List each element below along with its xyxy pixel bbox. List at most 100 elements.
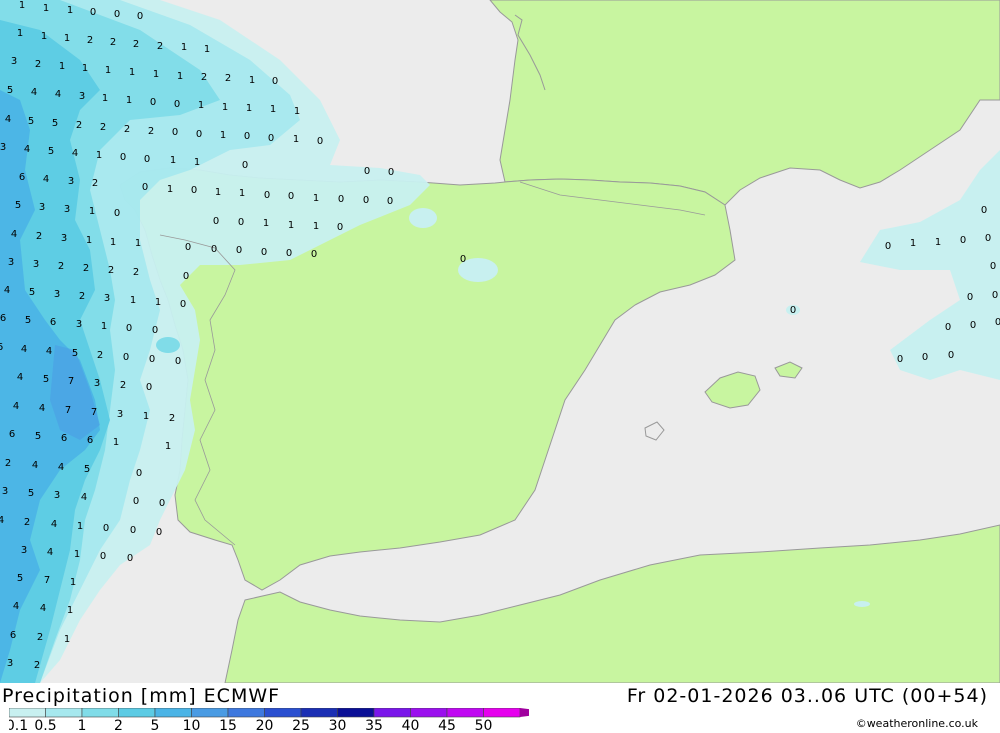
precip-value-label: 1 xyxy=(130,295,136,306)
precip-value-label: 5 xyxy=(52,118,58,129)
precip-value-label: 0 xyxy=(960,235,966,246)
precip-value-label: 5 xyxy=(48,146,54,157)
precip-value-label: 3 xyxy=(8,257,14,268)
scale-swatch xyxy=(191,708,229,718)
precip-value-label: 1 xyxy=(86,235,92,246)
precip-value-label: 0 xyxy=(897,354,903,365)
precip-value-label: 4 xyxy=(0,515,4,526)
scale-tick-label: 1 xyxy=(78,718,87,733)
precip-value-label: 3 xyxy=(54,289,60,300)
precip-value-label: 6 xyxy=(50,317,56,328)
precip-value-label: 6 xyxy=(9,429,15,440)
precip-value-label: 0 xyxy=(990,261,996,272)
precip-value-label: 1 xyxy=(198,100,204,111)
precip-value-label: 1 xyxy=(249,75,255,86)
precip-value-label: 0 xyxy=(144,154,150,165)
precip-value-label: 2 xyxy=(225,73,231,84)
precip-value-label: 0 xyxy=(922,352,928,363)
precip-value-label: 1 xyxy=(239,188,245,199)
precip-value-label: 1 xyxy=(181,42,187,53)
scale-swatch xyxy=(9,708,46,718)
precip-value-label: 0 xyxy=(970,320,976,331)
precip-value-label: 3 xyxy=(54,490,60,501)
precip-value-label: 1 xyxy=(246,103,252,114)
precip-value-label: 0 xyxy=(137,11,143,22)
precip-value-label: 6 xyxy=(0,342,3,353)
precip-value-label: 1 xyxy=(294,106,300,117)
precip-value-label: 0 xyxy=(242,160,248,171)
precip-value-label: 2 xyxy=(34,660,40,671)
scale-tick-label: 2 xyxy=(114,718,123,733)
precip-value-label: 2 xyxy=(37,632,43,643)
precip-patch-portugal xyxy=(156,337,180,353)
precip-value-label: 5 xyxy=(28,488,34,499)
precip-value-label: 4 xyxy=(24,144,30,155)
precip-value-label: 2 xyxy=(24,517,30,528)
precip-value-label: 0 xyxy=(885,241,891,252)
precip-value-label: 5 xyxy=(84,464,90,475)
precip-value-label: 4 xyxy=(46,346,52,357)
precip-value-label: 3 xyxy=(117,409,123,420)
precip-value-label: 0 xyxy=(244,131,250,142)
scale-tick-label: 5 xyxy=(151,718,160,733)
precip-value-label: 5 xyxy=(17,573,23,584)
forecast-datetime: Fr 02-01-2026 03..06 UTC (00+54) xyxy=(626,685,988,707)
precip-value-label: 7 xyxy=(44,575,50,586)
scale-swatch xyxy=(483,708,521,718)
precip-value-label: 0 xyxy=(388,167,394,178)
precip-value-label: 1 xyxy=(165,441,171,452)
precip-value-label: 3 xyxy=(11,56,17,67)
precip-value-label: 1 xyxy=(153,69,159,80)
scale-tick-label: 15 xyxy=(219,718,237,733)
precip-value-label: 1 xyxy=(17,28,23,39)
precip-value-label: 1 xyxy=(74,549,80,560)
precip-value-label: 2 xyxy=(148,126,154,137)
precip-value-label: 1 xyxy=(64,33,70,44)
precip-value-label: 0 xyxy=(196,129,202,140)
scale-swatch xyxy=(373,708,411,718)
precip-value-label: 2 xyxy=(79,291,85,302)
precip-value-label: 4 xyxy=(43,174,49,185)
scale-swatches xyxy=(9,708,529,718)
precip-value-label: 6 xyxy=(61,433,67,444)
precip-value-label: 6 xyxy=(19,172,25,183)
scale-tick-label: 45 xyxy=(438,718,456,733)
scale-arrow xyxy=(520,708,529,717)
precip-value-label: 5 xyxy=(43,374,49,385)
precip-value-label: 0 xyxy=(100,551,106,562)
scale-swatch xyxy=(410,708,448,718)
precip-value-label: 1 xyxy=(77,521,83,532)
precip-value-label: 1 xyxy=(910,238,916,249)
precip-value-label: 0 xyxy=(236,245,242,256)
precip-value-label: 0 xyxy=(180,299,186,310)
precip-value-label: 4 xyxy=(5,114,11,125)
precip-value-label: 0 xyxy=(114,208,120,219)
scale-swatch xyxy=(81,708,119,718)
precip-value-label: 3 xyxy=(76,319,82,330)
precip-value-label: 3 xyxy=(94,378,100,389)
precip-value-label: 2 xyxy=(5,458,11,469)
precip-value-label: 3 xyxy=(61,233,67,244)
precip-value-label: 1 xyxy=(177,71,183,82)
credit-link[interactable]: ©weatheronline.co.uk xyxy=(856,717,978,730)
precip-value-label: 4 xyxy=(17,372,23,383)
precip-value-label: 7 xyxy=(91,407,97,418)
precip-value-label: 2 xyxy=(120,380,126,391)
precip-value-label: 0 xyxy=(790,305,796,316)
scale-swatch xyxy=(446,708,484,718)
precip-value-label: 0 xyxy=(175,356,181,367)
precip-value-label: 3 xyxy=(7,658,13,669)
precip-value-label: 1 xyxy=(101,321,107,332)
precip-value-label: 6 xyxy=(87,435,93,446)
scale-tick-label: 0.1 xyxy=(9,718,28,733)
scale-swatch xyxy=(264,708,302,718)
scale-swatch xyxy=(154,708,192,718)
precip-value-label: 4 xyxy=(32,460,38,471)
scale-tick-labels: 0.1 0.5 1 2 5 10 15 20 25 30 35 40 45 50 xyxy=(9,718,492,733)
precip-value-label: 1 xyxy=(96,150,102,161)
precip-value-label: 2 xyxy=(110,37,116,48)
precipitation-map[interactable]: 1 1 1 0 0 0 1 1 1 2 2 2 2 1 1 3 2 1 1 1 1 1 1 2 2 1 0 5 4 4 3 1 1 0 0 1 1 1 1 1… xyxy=(0,0,1000,683)
precip-value-label: 2 xyxy=(76,120,82,131)
precip-value-label: 1 xyxy=(135,238,141,249)
scale-tick-label: 50 xyxy=(475,718,493,733)
